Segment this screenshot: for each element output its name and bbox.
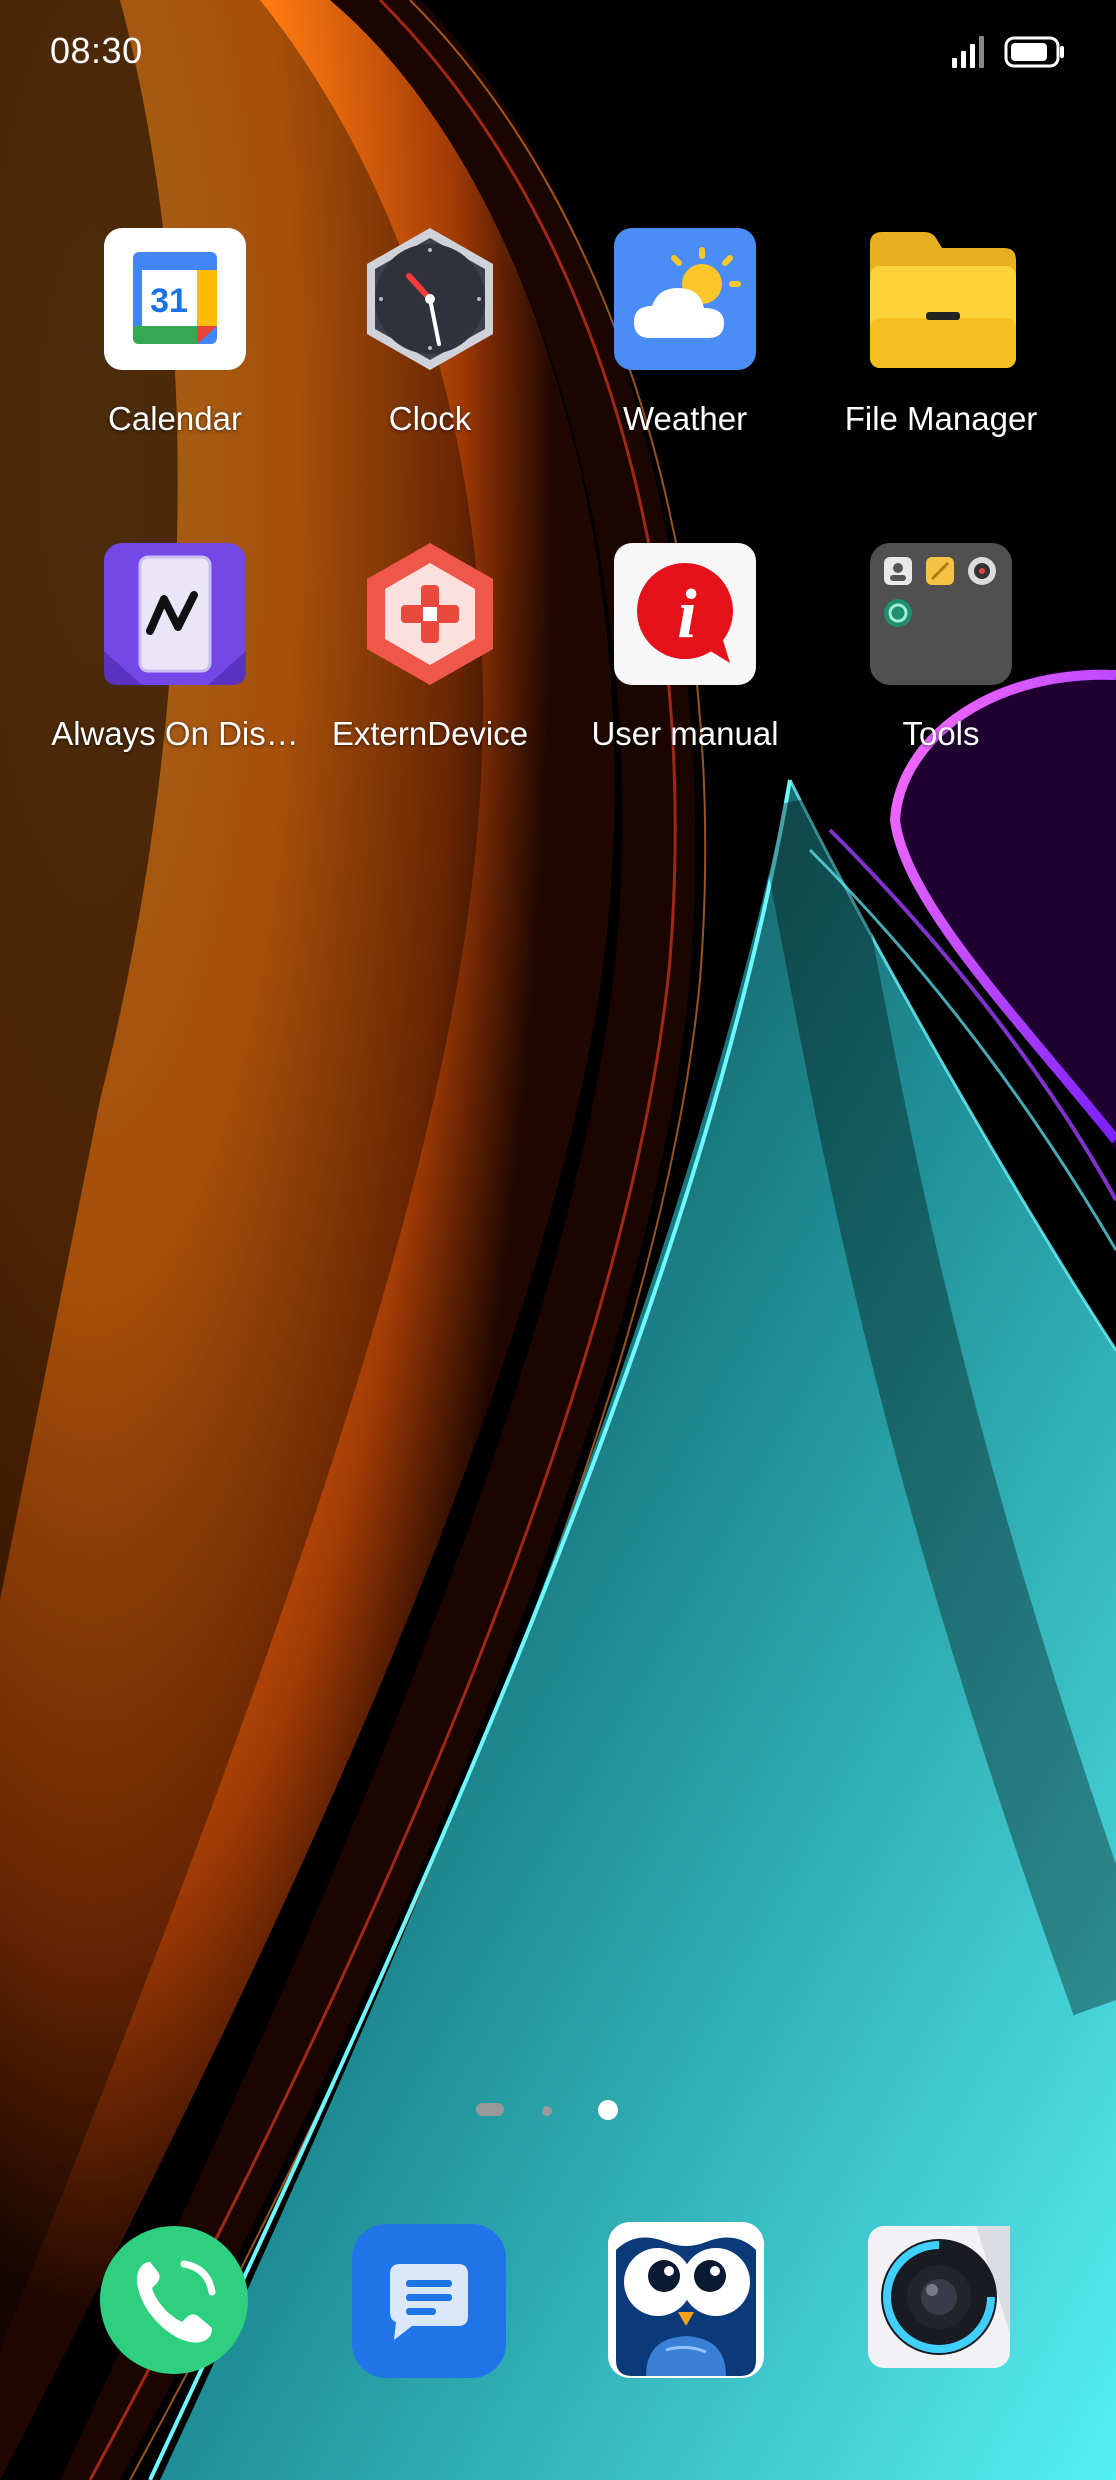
dock-owl-browser[interactable] [606,2220,766,2385]
svg-text:i: i [677,576,697,653]
messages-icon [352,2224,506,2378]
app-calendar[interactable]: 31 Calendar [50,226,300,438]
app-label: Clock [388,400,472,437]
phone-icon [100,2226,248,2374]
app-label: Always On Dis… [51,715,299,752]
camera-icon [868,2226,1010,2368]
app-label: Calendar [108,400,242,437]
cellular-signal-icon [952,36,984,68]
dock-camera[interactable] [866,2224,1012,2375]
app-always-on-display[interactable]: Always On Dis… [50,541,300,753]
page-indicator [470,2095,650,2125]
status-bar: 08:30 [0,0,1116,110]
weather-icon [612,226,758,372]
app-label: User manual [591,715,779,752]
dock-phone[interactable] [98,2224,250,2381]
folder-icon [868,226,1016,372]
page-dot[interactable] [542,2106,552,2116]
app-file-manager[interactable]: File Manager [816,226,1066,438]
page-dot-active[interactable] [598,2100,618,2120]
app-weather[interactable]: Weather [560,226,810,438]
dock-messages[interactable] [350,2222,508,2385]
page-dot-home[interactable] [476,2103,504,2116]
status-time: 08:30 [50,30,143,71]
battery-icon [1004,36,1064,68]
app-extern-device[interactable]: ExternDevice [305,541,555,753]
tools-folder-icon [868,541,1014,687]
app-label: Weather [622,400,748,437]
app-user-manual[interactable]: i User manual [560,541,810,753]
app-clock[interactable]: Clock [305,226,555,438]
app-label: ExternDevice [331,715,529,752]
extern-device-icon [357,541,503,687]
calendar-icon: 31 [102,226,248,372]
app-label: Tools [902,715,980,752]
app-label: File Manager [844,400,1038,437]
status-icons [950,34,1066,70]
user-manual-icon: i [612,541,758,687]
always-on-display-icon [102,541,248,687]
clock-icon [357,226,503,372]
calendar-date: 31 [150,282,188,320]
app-tools-folder[interactable]: Tools [816,541,1066,753]
owl-browser-icon [608,2222,764,2378]
